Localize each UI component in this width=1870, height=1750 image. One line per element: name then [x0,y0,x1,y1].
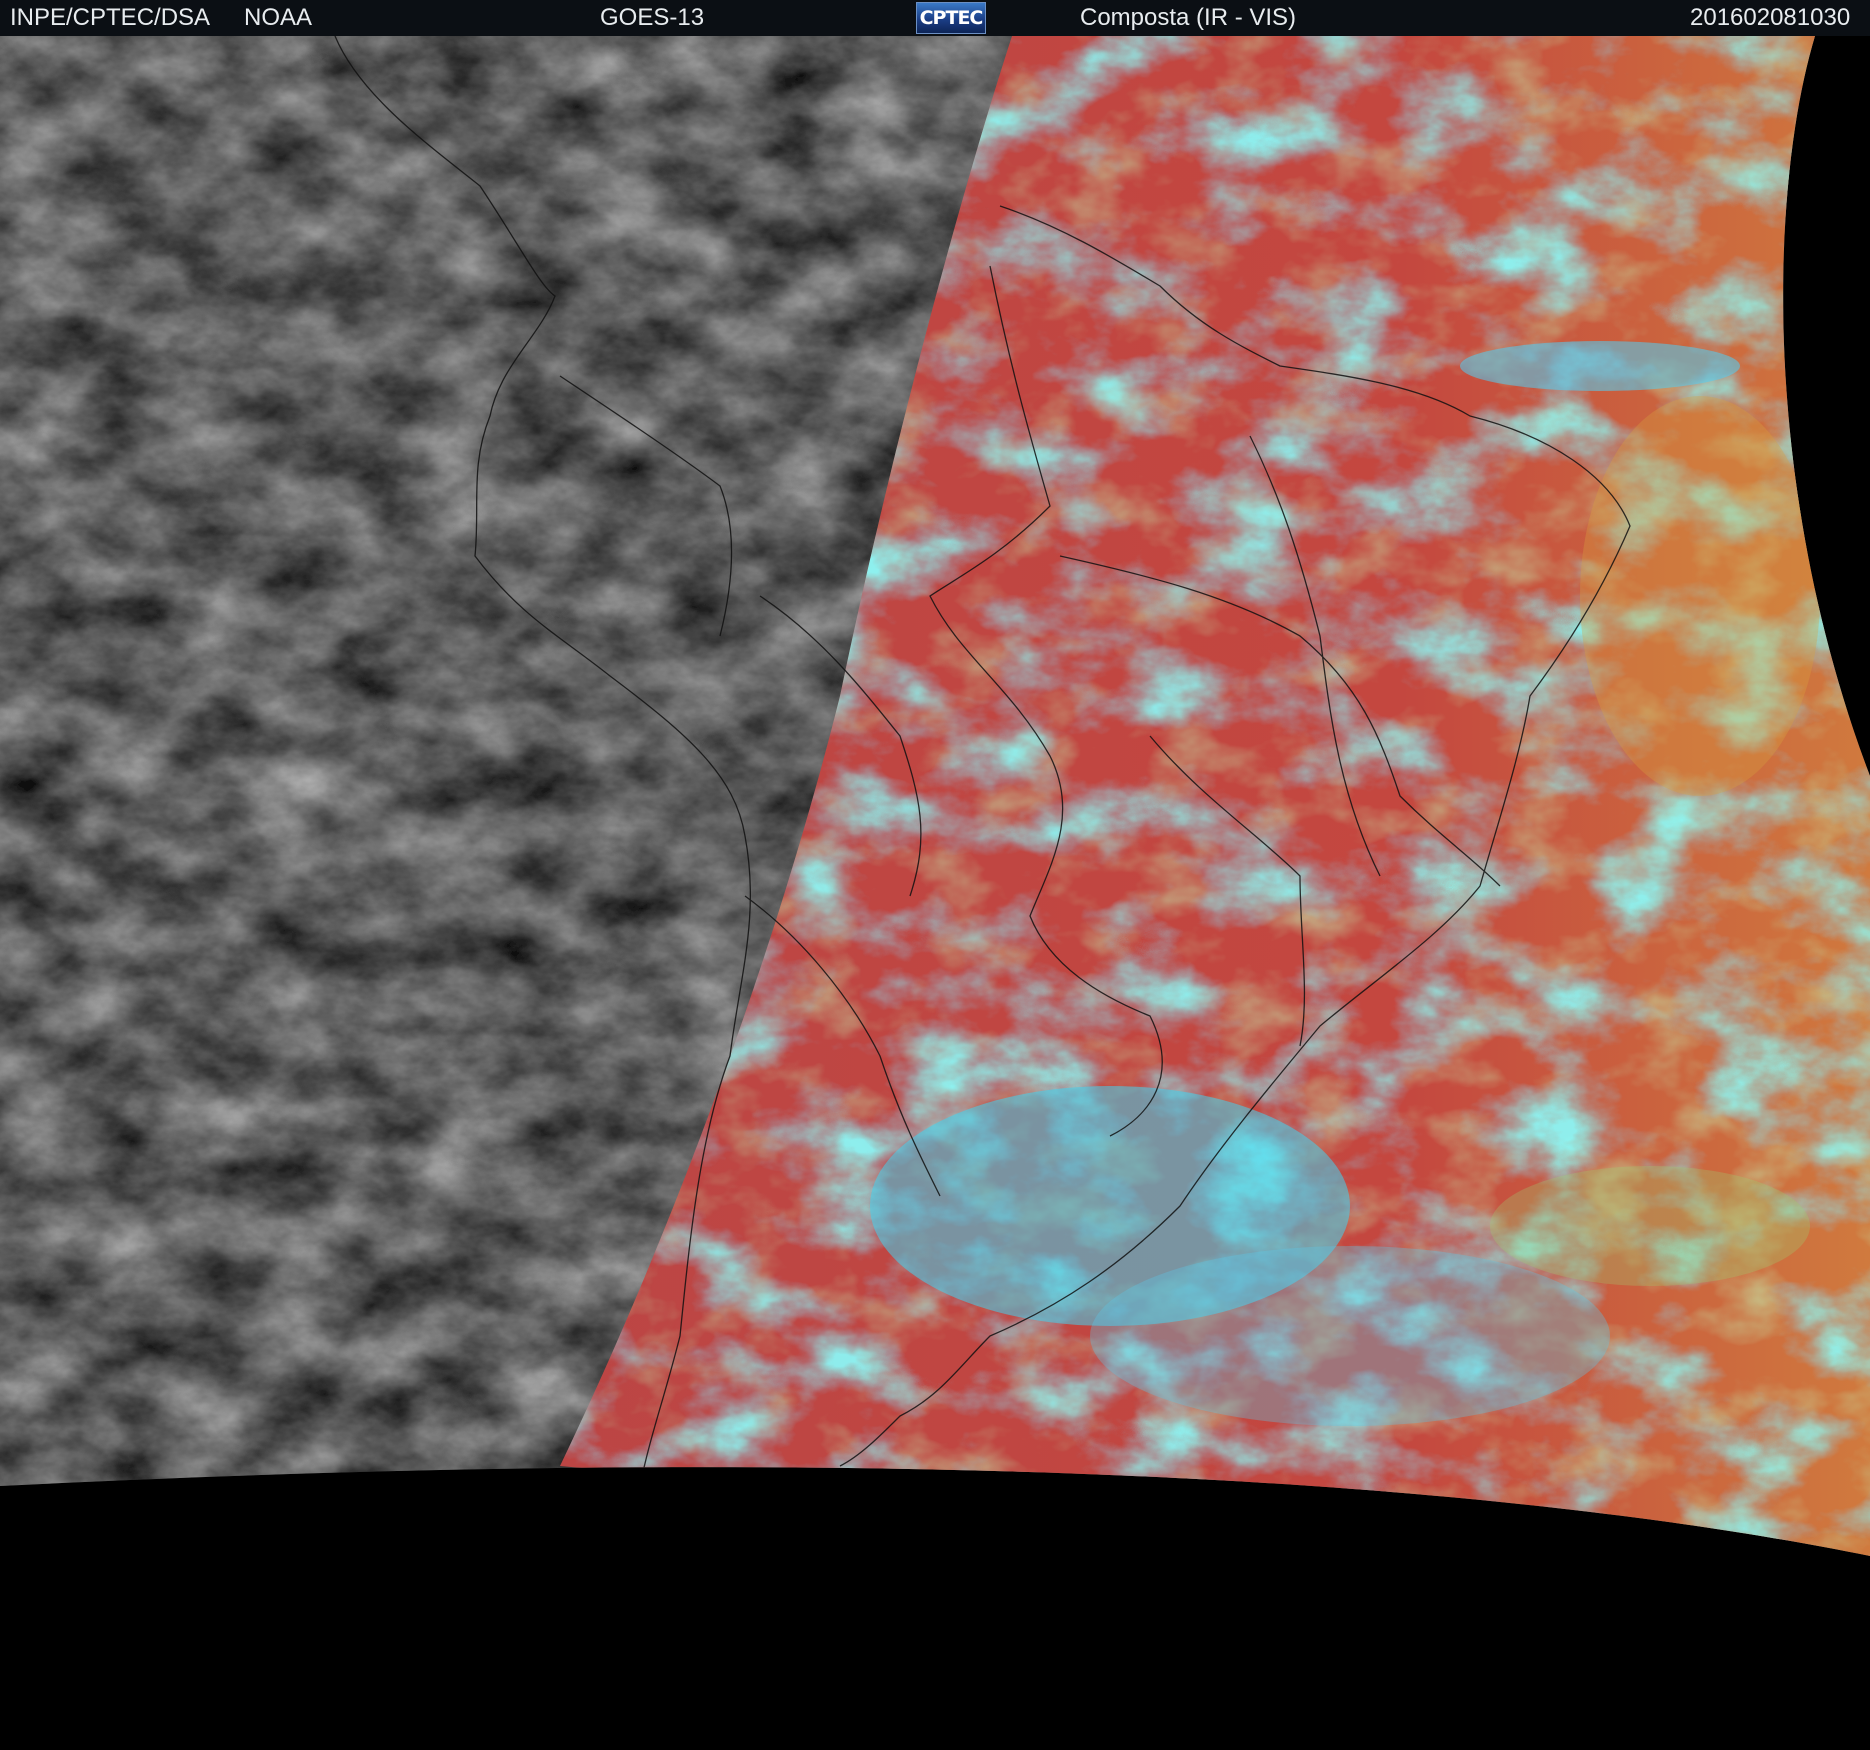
institution-label: INPE/CPTEC/DSA [10,4,211,31]
timestamp-label: 201602081030 [1690,4,1851,31]
cptec-logo: CPTEC [916,2,986,34]
satellite-map [0,36,1870,1750]
satellite-label: GOES-13 [600,4,705,31]
cptec-logo-text: CPTEC [919,7,984,29]
agency-label: NOAA [244,4,313,31]
image-header: INPE/CPTEC/DSA NOAA GOES-13 CPTEC Compos… [0,0,1870,36]
product-label: Composta (IR - VIS) [1080,4,1297,31]
